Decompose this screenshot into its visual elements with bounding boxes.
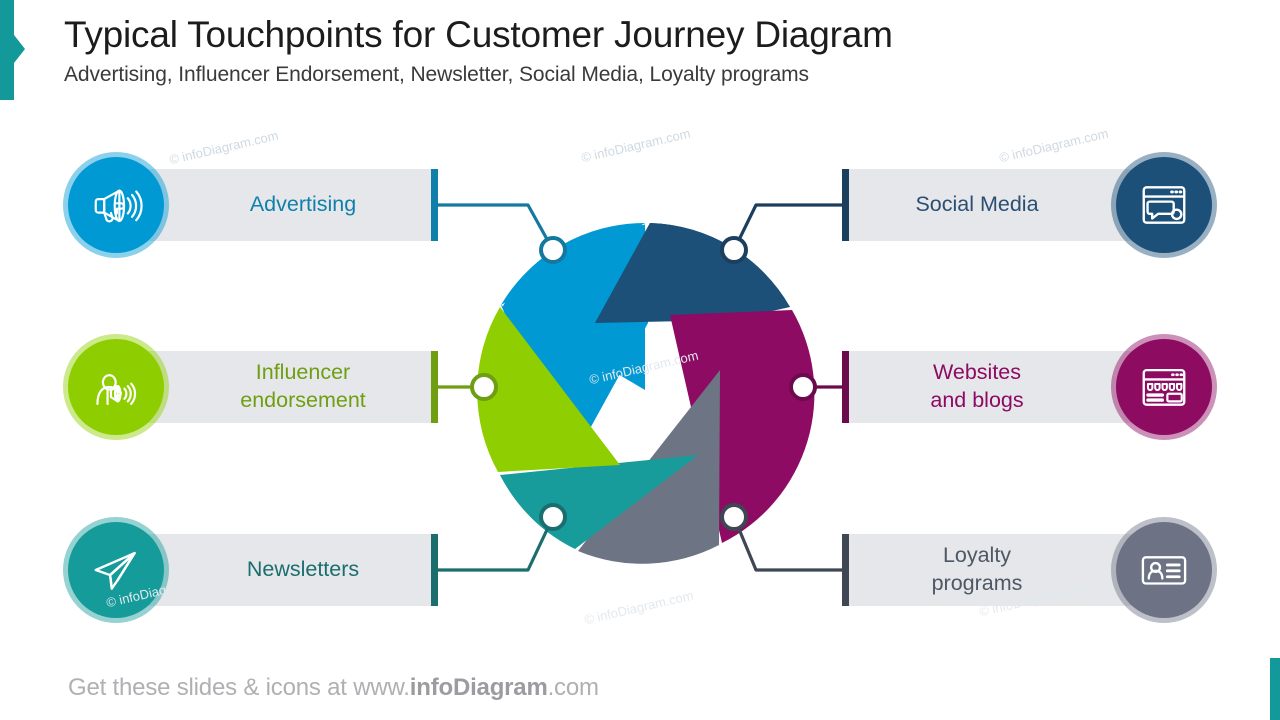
row-tick (431, 169, 438, 241)
touchpoint-icon-websites[interactable] (1111, 334, 1217, 440)
touchpoint-icon-social-media[interactable] (1111, 152, 1217, 258)
touchpoint-row-social-media[interactable]: Social Media (842, 152, 1217, 258)
touchpoint-icon-loyalty[interactable] (1111, 517, 1217, 623)
label-bar: Advertising (124, 169, 432, 241)
footer-prefix: Get these slides & icons at www. (68, 674, 410, 701)
shutter-diagram (477, 222, 815, 564)
accent-bar (0, 0, 14, 100)
accent-chevron-icon (14, 35, 25, 63)
id-card-icon (1141, 556, 1187, 585)
touchpoint-label: Advertising (249, 192, 357, 217)
label-bar: Loyalty programs (848, 534, 1156, 606)
footer-brand: infoDiagram (409, 674, 548, 701)
label-bar: Websites and blogs (848, 351, 1156, 423)
paper-plane-icon (94, 551, 136, 590)
touchpoint-label: Websites and blogs (930, 360, 1024, 412)
touchpoint-label: Social Media (915, 192, 1039, 217)
shutter-blades (477, 222, 815, 564)
header: Typical Touchpoints for Customer Journey… (64, 14, 1164, 87)
label-bar: Influencer endorsement (124, 351, 432, 423)
row-tick (842, 169, 849, 241)
website-layout-icon (1142, 368, 1186, 406)
touchpoint-row-websites[interactable]: Websites and blogs (842, 334, 1217, 440)
touchpoint-row-newsletters[interactable]: Newsletters (63, 517, 438, 623)
row-tick (842, 534, 849, 606)
touchpoint-label: Influencer endorsement (240, 360, 366, 412)
touchpoint-row-loyalty[interactable]: Loyalty programs (842, 517, 1217, 623)
touchpoint-label: Loyalty programs (931, 543, 1023, 595)
slide-canvas: Typical Touchpoints for Customer Journey… (0, 0, 1280, 720)
row-tick (431, 534, 438, 606)
person-megaphone-icon (96, 374, 137, 405)
edge-accent-bar-right (1270, 658, 1280, 720)
megaphone-icon (94, 189, 143, 223)
touchpoint-icon-influencer[interactable] (63, 334, 169, 440)
watermark: © infoDiagram.com (582, 587, 695, 628)
touchpoint-label: Newsletters (246, 557, 360, 582)
browser-chat-icon (1142, 186, 1186, 224)
watermark: © infoDiagram.com (579, 125, 692, 166)
page-title: Typical Touchpoints for Customer Journey… (64, 14, 893, 55)
footer-suffix: .com (547, 674, 599, 701)
label-bar: Newsletters (124, 534, 432, 606)
footer: Get these slides & icons at www.infoDiag… (68, 674, 599, 702)
row-tick (842, 351, 849, 423)
label-bar: Social Media (848, 169, 1156, 241)
touchpoint-row-influencer[interactable]: Influencer endorsement (63, 334, 438, 440)
touchpoint-icon-advertising[interactable] (63, 152, 169, 258)
page-subtitle: Advertising, Influencer Endorsement, New… (64, 62, 809, 86)
touchpoint-icon-newsletters[interactable] (63, 517, 169, 623)
row-tick (431, 351, 438, 423)
touchpoint-row-advertising[interactable]: Advertising (63, 152, 438, 258)
